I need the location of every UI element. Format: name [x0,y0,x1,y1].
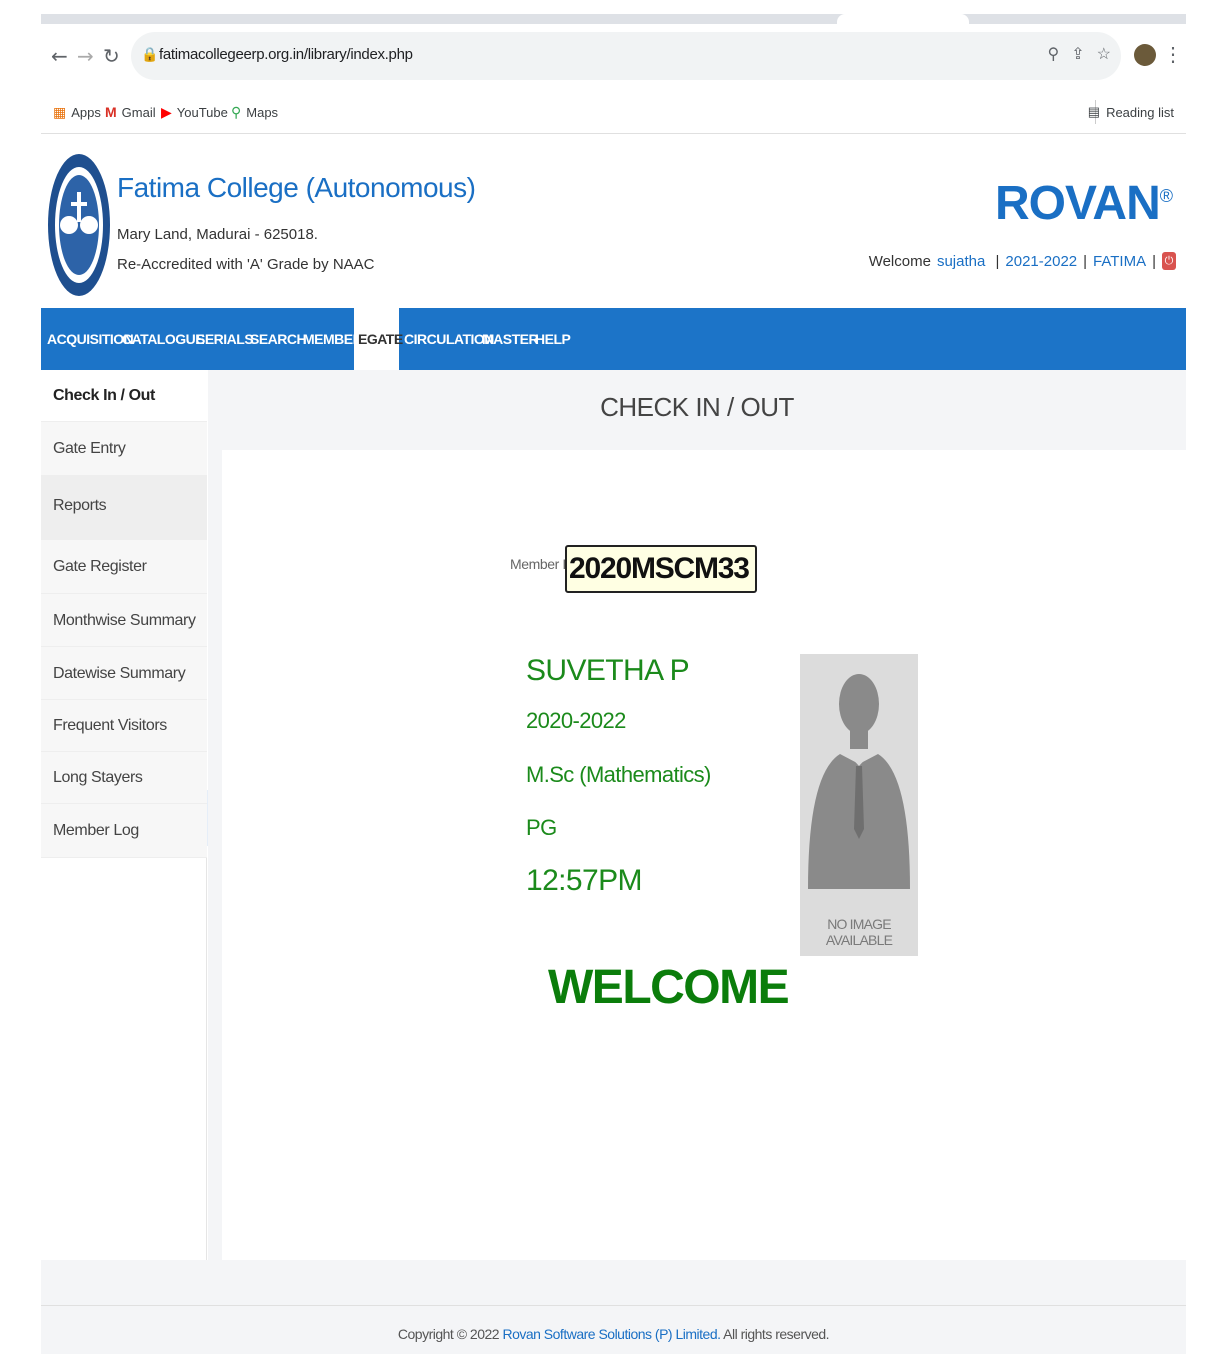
content-header: CHECK IN / OUT [208,370,1186,450]
sidebar-item-frequent-visitors[interactable]: Frequent Visitors [41,700,207,752]
user-bar: Welcome sujatha | 2021-2022 | FATIMA | ⏻ [869,252,1176,270]
lock-icon[interactable]: 🔒 [141,46,158,63]
member-course: M.Sc (Mathematics) [526,762,711,787]
main-menu: ACQUISITION CATALOGUE SERIALS SEARCH MEM… [41,308,1186,370]
college-name: Fatima College (Autonomous) [117,172,476,203]
reload-icon[interactable]: ↻ [103,44,120,68]
reading-list-icon: ▤ [1087,104,1101,119]
browser-tab-strip [41,14,1186,24]
user-link[interactable]: sujatha [937,253,985,270]
browser-menu-icon[interactable]: ⋮ [1163,42,1183,67]
youtube-icon: ▶ [161,104,172,120]
menu-serials[interactable]: SERIALS [196,308,254,370]
welcome-label: Welcome [868,252,931,270]
sidebar-section-reports: Reports [41,476,207,540]
bookmark-maps[interactable]: ⚲ Maps [231,104,278,121]
bookmark-star-icon[interactable]: ☆ [1097,44,1111,64]
member-level: PG [526,815,557,840]
menu-circulation[interactable]: CIRCULATION [404,308,494,370]
welcome-message: WELCOME [548,961,790,1014]
back-arrow-icon[interactable]: ← [51,44,68,68]
college-accreditation: Re-Accredited with 'A' Grade by NAAC [117,256,375,273]
rovan-logo: ROVAN® [994,177,1173,230]
sidebar-item-gate-register[interactable]: Gate Register [41,540,207,594]
menu-egate[interactable]: EGATE [354,308,403,370]
member-name: SUVETHA P [526,654,690,687]
apps-grid-icon: ▦ [53,104,67,120]
institution-link[interactable]: FATIMA [1093,253,1146,270]
menu-search[interactable]: SEARCH [250,308,307,370]
footer: Copyright © 2022 Rovan Software Solution… [41,1306,1186,1354]
menu-help[interactable]: HELP [535,308,571,370]
share-icon[interactable]: ⇪ [1071,44,1084,64]
zoom-icon[interactable]: ⚲ [1048,44,1060,64]
menu-acquisition[interactable]: ACQUISITION [47,308,134,370]
menu-master[interactable]: MASTER [482,308,539,370]
bookmark-apps[interactable]: ▦ Apps [53,104,101,121]
forward-arrow-icon[interactable]: → [77,44,94,68]
bookmarks-bar: ▦ Apps M Gmail ▶ YouTube ⚲ Maps ▤ Readin… [41,90,1186,134]
sidebar-item-long-stayers[interactable]: Long Stayers [41,752,207,804]
footer-spacer [41,1260,1186,1306]
sidebar-item-gate-entry[interactable]: Gate Entry [41,422,207,476]
sidebar-item-member-log[interactable]: Member Log [41,804,207,858]
page-title: CHECK IN / OUT [600,392,794,422]
profile-avatar[interactable] [1134,44,1156,66]
member-photo: NO IMAGE AVAILABLE [800,654,918,956]
bookmark-youtube[interactable]: ▶ YouTube [161,104,228,121]
checkin-time: 12:57PM [526,864,642,897]
member-id-input[interactable] [565,545,757,593]
gmail-icon: M [105,104,117,120]
reading-list-button[interactable]: ▤ Reading list [1088,104,1174,120]
sidebar: Check In / Out Gate Entry Reports Gate R… [41,370,207,1260]
academic-year-link[interactable]: 2021-2022 [1005,253,1077,270]
browser-active-tab[interactable] [837,14,969,24]
bookmark-gmail[interactable]: M Gmail [105,104,156,120]
sidebar-item-check-in-out[interactable]: Check In / Out [41,370,207,422]
no-image-text: NO IMAGE AVAILABLE [825,916,893,948]
maps-pin-icon: ⚲ [231,104,242,120]
copyright-text: Copyright © 2022 Rovan Software Solution… [397,1326,830,1342]
sidebar-item-datewise-summary[interactable]: Datewise Summary [41,647,207,700]
address-bar[interactable]: 🔒 fatimacollegeerp.org.in/library/index.… [131,32,1121,80]
logout-icon[interactable]: ⏻ [1162,252,1176,270]
member-batch: 2020-2022 [526,708,626,733]
college-address: Mary Land, Madurai - 625018. [117,226,318,243]
company-link[interactable]: Rovan Software Solutions (P) Limited. [502,1326,721,1342]
site-header: Fatima College (Autonomous) Mary Land, M… [41,146,1186,308]
college-logo [48,154,110,296]
sidebar-item-monthwise-summary[interactable]: Monthwise Summary [41,594,207,647]
content-gutter [208,450,222,1260]
browser-toolbar: ← → ↻ 🔒 fatimacollegeerp.org.in/library/… [41,24,1186,90]
person-silhouette-icon [808,674,910,889]
menu-catalogue[interactable]: CATALOGUE [122,308,205,370]
url-text[interactable]: fatimacollegeerp.org.in/library/index.ph… [159,46,413,63]
